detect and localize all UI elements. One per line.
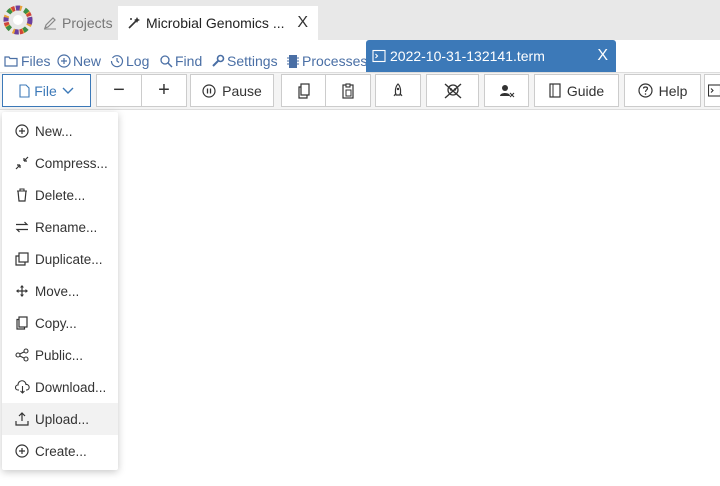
copy-button[interactable] <box>281 74 326 107</box>
nav-files-label: Files <box>21 53 51 69</box>
pause-circle-icon <box>202 83 216 98</box>
nav-processes[interactable]: Processes <box>285 52 367 70</box>
menu-item-move[interactable]: Move... <box>2 275 118 307</box>
tab-microbial-genomics[interactable]: Microbial Genomics ... X <box>118 6 318 40</box>
wrench-icon <box>210 54 225 69</box>
nav-find[interactable]: Find <box>158 52 202 70</box>
paste-button[interactable] <box>325 74 371 107</box>
tab-microbial-genomics-label: Microbial Genomics ... <box>146 15 285 31</box>
share-nodes-icon <box>14 347 30 363</box>
duplicate-icon <box>14 251 30 267</box>
nav-settings[interactable]: Settings <box>210 52 278 70</box>
menu-item-label: Delete... <box>35 187 86 203</box>
file-menu-button[interactable]: File <box>2 74 91 107</box>
menu-item-label: Compress... <box>35 155 108 171</box>
rocket-icon <box>391 82 405 99</box>
skull-crossbones-icon <box>443 82 463 100</box>
app-logo-icon[interactable] <box>3 5 33 35</box>
help-circle-icon <box>637 83 653 98</box>
pause-button[interactable]: Pause <box>190 74 274 107</box>
help-button[interactable]: Help <box>624 74 701 107</box>
nav-log[interactable]: Log <box>109 52 149 70</box>
terminal-tab[interactable]: 2022-10-31-132141.term X <box>366 40 616 72</box>
file-icon <box>19 83 30 98</box>
plus-circle-icon <box>14 123 30 139</box>
menu-item-compress[interactable]: Compress... <box>2 147 118 179</box>
menu-item-public[interactable]: Public... <box>2 339 118 371</box>
copy-icon <box>297 82 311 99</box>
file-menu-label: File <box>34 82 57 99</box>
pause-label: Pause <box>222 82 262 99</box>
tab-projects-label: Projects <box>62 15 113 31</box>
copy-icon <box>14 315 30 331</box>
menu-item-upload[interactable]: Upload... <box>2 403 118 435</box>
kill-button[interactable] <box>426 74 479 107</box>
nav-new[interactable]: New <box>56 52 101 70</box>
menu-item-label: Public... <box>35 347 84 363</box>
menu-item-new[interactable]: New... <box>2 115 118 147</box>
help-label: Help <box>658 82 688 99</box>
menu-item-label: Duplicate... <box>35 251 103 267</box>
cloud-download-icon <box>14 379 30 395</box>
boot-button[interactable] <box>375 74 421 107</box>
nav-find-label: Find <box>175 53 203 69</box>
nav-processes-label: Processes <box>302 53 368 69</box>
close-terminal-tab-button[interactable]: X <box>597 47 608 65</box>
terminal-tab-label: 2022-10-31-132141.term <box>390 48 545 64</box>
memory-chip-icon <box>285 54 300 69</box>
nav-files[interactable]: Files <box>4 52 51 70</box>
menu-item-duplicate[interactable]: Duplicate... <box>2 243 118 275</box>
chevron-down-icon <box>62 87 74 95</box>
plus-circle-icon <box>14 443 30 459</box>
menu-item-rename[interactable]: Rename... <box>2 211 118 243</box>
nav-new-label: New <box>73 53 102 69</box>
terminal-icon <box>372 49 387 64</box>
upload-icon <box>14 411 30 427</box>
menu-item-label: Download... <box>35 379 107 395</box>
terminal-settings-button[interactable] <box>704 74 720 107</box>
move-arrows-icon <box>14 283 30 299</box>
menu-item-delete[interactable]: Delete... <box>2 179 118 211</box>
increase-font-button[interactable]: + <box>141 74 187 107</box>
menu-item-label: Create... <box>35 443 87 459</box>
decrease-font-button[interactable]: − <box>96 74 142 107</box>
tab-projects[interactable]: Projects <box>36 6 116 40</box>
folder-icon <box>4 54 19 69</box>
nav-log-label: Log <box>126 53 150 69</box>
menu-item-copy[interactable]: Copy... <box>2 307 118 339</box>
trash-icon <box>14 187 30 203</box>
search-icon <box>158 54 173 69</box>
menu-item-label: New... <box>35 123 73 139</box>
nav-settings-label: Settings <box>227 53 278 69</box>
history-icon <box>109 54 124 69</box>
edit-sparkle-icon <box>126 15 142 31</box>
menu-item-label: Upload... <box>35 411 90 427</box>
close-tab-button[interactable]: X <box>297 14 308 32</box>
menu-item-create[interactable]: Create... <box>2 435 118 467</box>
paste-icon <box>341 82 355 99</box>
book-icon <box>549 83 561 98</box>
menu-item-download[interactable]: Download... <box>2 371 118 403</box>
plus-circle-icon <box>56 54 71 69</box>
remove-user-button[interactable] <box>484 74 529 107</box>
terminal-icon <box>708 84 720 97</box>
guide-button[interactable]: Guide <box>534 74 619 107</box>
compress-icon <box>14 155 30 171</box>
menu-item-label: Rename... <box>35 219 98 235</box>
swap-arrows-icon <box>14 219 30 235</box>
user-remove-icon <box>499 84 515 98</box>
pencil-icon <box>42 15 58 31</box>
menu-item-label: Move... <box>35 283 80 299</box>
menu-item-label: Copy... <box>35 315 77 331</box>
guide-label: Guide <box>566 82 605 99</box>
